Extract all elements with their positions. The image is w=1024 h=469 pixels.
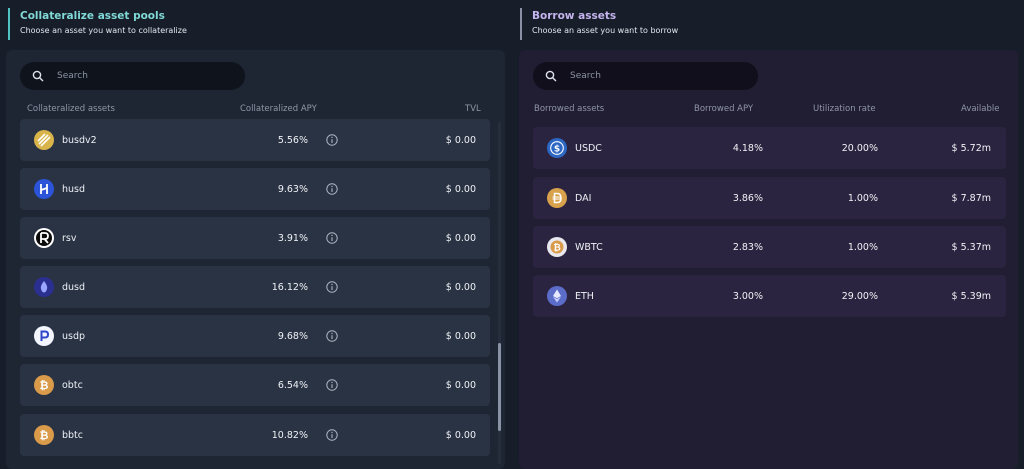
collateral-apy: 9.63%: [277, 183, 308, 195]
scrollbar-thumb[interactable]: [498, 343, 501, 431]
info-icon[interactable]: [326, 232, 338, 244]
collateral-row-rsv[interactable]: rsv 3.91% $ 0.00: [20, 217, 490, 259]
collateral-apy: 3.91%: [277, 232, 308, 244]
borrowed-apy: 2.83%: [732, 241, 763, 253]
svg-text:$: $: [554, 145, 560, 155]
borrowed-apy: 3.00%: [732, 290, 763, 302]
svg-text:₿: ₿: [40, 379, 49, 392]
asset-name: obtc: [62, 379, 83, 391]
collateral-tvl: $ 0.00: [445, 429, 476, 441]
collateral-apy: 9.68%: [277, 330, 308, 342]
info-icon[interactable]: [326, 379, 338, 391]
husd-icon: [34, 179, 54, 199]
asset-name: husd: [62, 183, 86, 195]
borrowed-apy: 4.18%: [732, 142, 763, 154]
borrow-search[interactable]: [533, 62, 758, 90]
info-icon[interactable]: [326, 183, 338, 195]
collateral-tvl: $ 0.00: [445, 330, 476, 342]
wbtc-icon: ₿: [547, 237, 567, 257]
col-header-collateralized-apy[interactable]: Collateralized APY: [240, 104, 317, 118]
section-accent-bar: [520, 8, 522, 40]
svg-text:₿: ₿: [553, 243, 560, 254]
asset-name: ETH: [575, 290, 594, 302]
collateral-apy: 5.56%: [277, 134, 308, 146]
busd-icon: [34, 130, 54, 150]
info-icon[interactable]: [326, 429, 338, 441]
search-icon: [545, 70, 557, 82]
collateral-row-husd[interactable]: husd 9.63% $ 0.00: [20, 168, 490, 210]
rsv-icon: [34, 228, 54, 248]
eth-icon: [547, 286, 567, 306]
collateral-row-dusd[interactable]: dusd 16.12% $ 0.00: [20, 266, 490, 308]
svg-text:₿: ₿: [40, 429, 49, 442]
available-amount: $ 5.37m: [951, 241, 991, 253]
dusd-icon: [34, 277, 54, 297]
borrow-row-dai[interactable]: DAI 3.86% 1.00% $ 7.87m: [533, 177, 1006, 219]
section-accent-bar: [8, 8, 10, 40]
collateral-search[interactable]: [20, 62, 245, 90]
search-icon: [32, 70, 44, 82]
borrow-row-usdc[interactable]: $ USDC 4.18% 20.00% $ 5.72m: [533, 127, 1006, 169]
asset-name: WBTC: [575, 241, 603, 253]
utilization-rate: 29.00%: [841, 290, 878, 302]
asset-name: bbtc: [62, 429, 84, 441]
borrow-row-wbtc[interactable]: ₿ WBTC 2.83% 1.00% $ 5.37m: [533, 226, 1006, 268]
usdc-icon: $: [547, 138, 567, 158]
usdp-icon: [34, 326, 54, 346]
asset-name: dusd: [62, 281, 86, 293]
bitcoin-icon: ₿: [34, 425, 54, 445]
info-icon[interactable]: [326, 134, 338, 146]
col-header-tvl[interactable]: TVL: [465, 104, 481, 118]
asset-name: USDC: [575, 142, 602, 154]
borrow-row-eth[interactable]: ETH 3.00% 29.00% $ 5.39m: [533, 275, 1006, 317]
col-header-available[interactable]: Available: [961, 104, 999, 118]
borrowed-apy: 3.86%: [732, 192, 763, 204]
borrow-subtitle: Choose an asset you want to borrow: [532, 26, 679, 35]
available-amount: $ 5.39m: [951, 290, 991, 302]
utilization-rate: 1.00%: [847, 192, 878, 204]
asset-name: busdv2: [62, 134, 97, 146]
utilization-rate: 20.00%: [841, 142, 878, 154]
col-header-borrowed-assets[interactable]: Borrowed assets: [534, 104, 604, 118]
collateral-tvl: $ 0.00: [445, 379, 476, 391]
collateral-row-bbtc[interactable]: ₿ bbtc 10.82% $ 0.00: [20, 414, 490, 456]
borrow-panel: Borrowed assets Borrowed APY Utilization…: [519, 50, 1018, 469]
collateral-row-usdp[interactable]: usdp 9.68% $ 0.00: [20, 315, 490, 357]
collateral-subtitle: Choose an asset you want to collateraliz…: [20, 26, 187, 35]
borrow-search-input[interactable]: [570, 71, 750, 81]
collateral-tvl: $ 0.00: [445, 281, 476, 293]
col-header-utilization-rate[interactable]: Utilization rate: [813, 104, 876, 118]
info-icon[interactable]: [326, 281, 338, 293]
utilization-rate: 1.00%: [847, 241, 878, 253]
collateral-tvl: $ 0.00: [445, 134, 476, 146]
collateral-apy: 16.12%: [271, 281, 308, 293]
asset-name: rsv: [62, 232, 77, 244]
bitcoin-icon: ₿: [34, 375, 54, 395]
asset-name: usdp: [62, 330, 86, 342]
dai-icon: [547, 188, 567, 208]
available-amount: $ 5.72m: [951, 142, 991, 154]
available-amount: $ 7.87m: [951, 192, 991, 204]
collateral-apy: 10.82%: [271, 429, 308, 441]
collateral-search-input[interactable]: [57, 71, 237, 81]
info-icon[interactable]: [326, 330, 338, 342]
col-header-borrowed-apy[interactable]: Borrowed APY: [694, 104, 753, 118]
collateral-tvl: $ 0.00: [445, 183, 476, 195]
borrow-section-header: Borrow assets Choose an asset you want t…: [520, 8, 678, 40]
collateral-section-header: Collateralize asset pools Choose an asse…: [8, 8, 187, 40]
col-header-collateralized-assets[interactable]: Collateralized assets: [27, 104, 115, 118]
collateral-panel: Collateralized assets Collateralized APY…: [6, 50, 505, 469]
collateral-row-busdv2[interactable]: busdv2 5.56% $ 0.00: [20, 119, 490, 161]
borrow-title: Borrow assets: [532, 10, 617, 22]
asset-name: DAI: [575, 192, 592, 204]
collateral-title: Collateralize asset pools: [20, 10, 165, 22]
collateral-tvl: $ 0.00: [445, 232, 476, 244]
collateral-apy: 6.54%: [277, 379, 308, 391]
collateral-row-obtc[interactable]: ₿ obtc 6.54% $ 0.00: [20, 364, 490, 406]
